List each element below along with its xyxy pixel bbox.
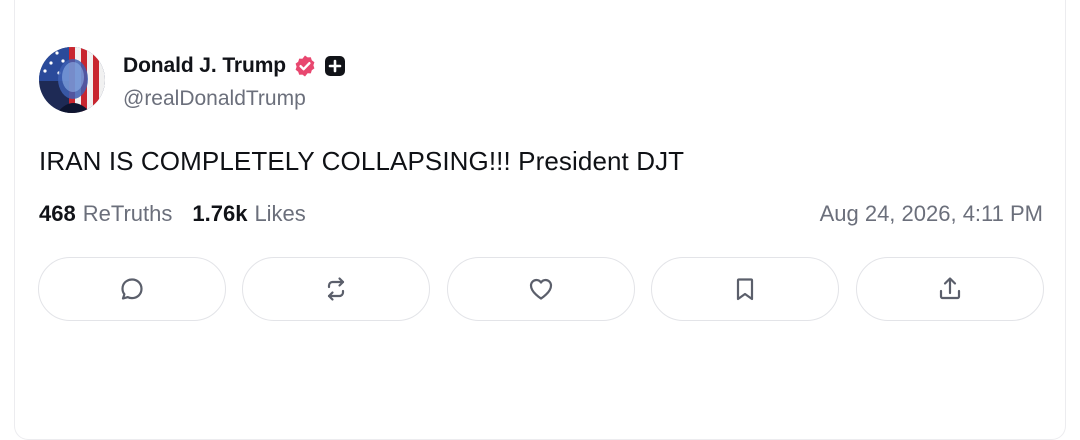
bookmark-button[interactable] (651, 257, 839, 321)
retruths-label[interactable]: ReTruths (83, 201, 173, 227)
author-name-row: Donald J. Trump (123, 51, 346, 81)
share-icon (939, 277, 961, 300)
repost-icon (327, 277, 345, 301)
bookmark-icon (736, 278, 754, 301)
reply-button[interactable] (38, 257, 226, 321)
plus-badge-icon (324, 55, 346, 77)
like-button[interactable] (447, 257, 635, 321)
author-display-name[interactable]: Donald J. Trump (123, 54, 286, 78)
likes-count[interactable]: 1.76k (192, 201, 247, 227)
post-timestamp: Aug 24, 2026, 4:11 PM (819, 201, 1043, 226)
author-handle[interactable]: @realDonaldTrump (123, 87, 306, 111)
post-stats: 468 ReTruths 1.76k Likes (39, 201, 306, 227)
verified-check-icon (293, 54, 317, 78)
retruths-count[interactable]: 468 (39, 201, 76, 227)
comment-icon (121, 278, 143, 300)
action-bar (38, 257, 1044, 321)
heart-icon (529, 278, 553, 300)
share-button[interactable] (856, 257, 1044, 321)
post-text: IRAN IS COMPLETELY COLLAPSING!!! Preside… (39, 146, 685, 176)
retruth-button[interactable] (242, 257, 430, 321)
likes-label[interactable]: Likes (254, 201, 305, 227)
avatar[interactable] (39, 47, 105, 113)
